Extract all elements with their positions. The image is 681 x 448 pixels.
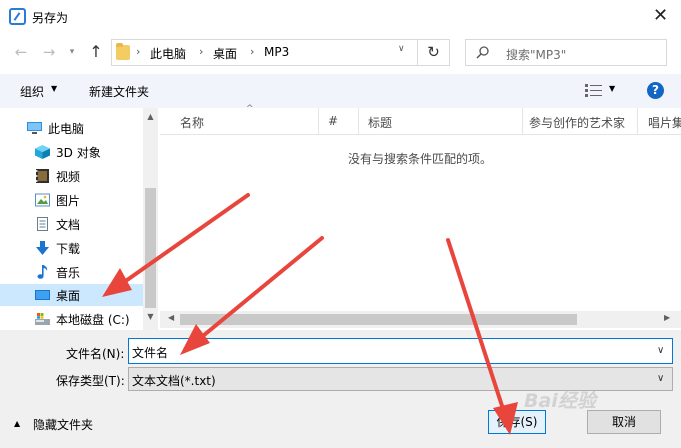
scroll-right-icon[interactable]: ▶ bbox=[664, 313, 670, 322]
save-button[interactable]: 保存(S) bbox=[488, 410, 546, 434]
organize-button[interactable]: 组织 bbox=[20, 83, 44, 100]
navigation-pane: 此电脑 3D 对象 视频 图片 文档 下载 音乐 桌面 本地磁盘 (C:) bbox=[0, 108, 158, 330]
chevron-down-icon[interactable]: ∨ bbox=[657, 345, 664, 356]
nav-item-this-pc[interactable]: 此电脑 bbox=[0, 117, 143, 139]
nav-item-downloads[interactable]: 下载 bbox=[0, 237, 143, 259]
filename-input[interactable]: 文件名 ∨ bbox=[128, 338, 673, 364]
filename-label: 文件名(N): bbox=[66, 347, 125, 361]
nav-item-desktop[interactable]: 桌面 bbox=[0, 284, 143, 306]
sort-ascending-icon: ^ bbox=[246, 104, 254, 114]
nav-item-label: 文档 bbox=[56, 218, 81, 232]
filename-value: 文件名 bbox=[132, 346, 169, 360]
view-options-icon[interactable] bbox=[585, 83, 602, 98]
chevron-down-icon[interactable]: ▾ bbox=[65, 40, 79, 64]
column-divider[interactable] bbox=[522, 108, 523, 135]
breadcrumb-separator: › bbox=[199, 45, 204, 58]
music-icon bbox=[37, 265, 48, 279]
nav-item-label: 图片 bbox=[56, 194, 81, 208]
filetype-value: 文本文档(*.txt) bbox=[132, 374, 216, 388]
scrollbar-thumb[interactable] bbox=[180, 314, 577, 325]
breadcrumb-this-pc[interactable]: 此电脑 bbox=[150, 45, 186, 62]
column-header-album[interactable]: 唱片集 bbox=[648, 114, 681, 131]
refresh-button[interactable]: ↻ bbox=[418, 39, 450, 66]
address-bar[interactable]: › 此电脑 › 桌面 › MP3 ∨ bbox=[111, 39, 418, 66]
new-folder-button[interactable]: 新建文件夹 bbox=[89, 83, 149, 100]
hide-folders-toggle[interactable]: 隐藏文件夹 bbox=[33, 416, 93, 433]
column-divider[interactable] bbox=[358, 108, 359, 135]
breadcrumb-mp3[interactable]: MP3 bbox=[264, 45, 289, 59]
refresh-icon: ↻ bbox=[427, 43, 440, 61]
scroll-up-icon[interactable]: ▲ bbox=[143, 112, 158, 121]
nav-item-pictures[interactable]: 图片 bbox=[0, 189, 143, 211]
picture-icon bbox=[35, 193, 50, 207]
up-arrow-icon[interactable]: ↑ bbox=[85, 40, 107, 64]
back-arrow-icon[interactable]: ← bbox=[10, 40, 32, 64]
notepad-app-icon bbox=[9, 8, 26, 25]
forward-arrow-icon[interactable]: → bbox=[38, 40, 60, 64]
video-icon bbox=[36, 169, 49, 183]
folder-icon bbox=[116, 43, 130, 60]
column-header-number[interactable]: # bbox=[328, 114, 338, 128]
desktop-icon bbox=[35, 290, 50, 300]
scroll-down-icon[interactable]: ▼ bbox=[143, 312, 158, 321]
breadcrumb-desktop[interactable]: 桌面 bbox=[213, 45, 237, 62]
help-button[interactable]: ? bbox=[647, 82, 664, 99]
nav-pane-scrollbar[interactable]: ▲ ▼ bbox=[143, 108, 158, 330]
watermark: Bai经验 bbox=[524, 390, 596, 412]
cancel-button[interactable]: 取消 bbox=[587, 410, 661, 434]
nav-item-documents[interactable]: 文档 bbox=[0, 213, 143, 235]
nav-item-label: 下载 bbox=[56, 242, 81, 256]
scroll-left-icon[interactable]: ◀ bbox=[168, 313, 174, 322]
scrollbar-thumb[interactable] bbox=[145, 188, 156, 308]
chevron-down-icon[interactable]: ∨ bbox=[657, 373, 664, 384]
nav-item-local-disk-c[interactable]: 本地磁盘 (C:) bbox=[0, 308, 143, 330]
breadcrumb-separator: › bbox=[250, 45, 255, 58]
empty-message: 没有与搜索条件匹配的项。 bbox=[348, 152, 493, 166]
nav-item-label: 视频 bbox=[56, 170, 81, 184]
nav-item-label: 3D 对象 bbox=[56, 146, 101, 160]
chevron-down-icon[interactable]: ▼ bbox=[609, 84, 615, 93]
cube-icon bbox=[35, 145, 50, 159]
chevron-down-icon[interactable]: ∨ bbox=[398, 44, 405, 54]
close-button[interactable]: ✕ bbox=[640, 0, 681, 32]
chevron-down-icon[interactable]: ▼ bbox=[51, 84, 57, 93]
column-header-artists[interactable]: 参与创作的艺术家 bbox=[529, 114, 625, 131]
command-toolbar: 组织 ▼ 新建文件夹 ▼ ? bbox=[0, 74, 681, 108]
nav-item-videos[interactable]: 视频 bbox=[0, 165, 143, 187]
nav-item-label: 桌面 bbox=[56, 289, 81, 303]
nav-item-label: 此电脑 bbox=[48, 122, 85, 136]
horizontal-scrollbar[interactable]: ◀ ▶ bbox=[160, 311, 681, 328]
computer-icon bbox=[27, 122, 42, 134]
column-header-name[interactable]: 名称 bbox=[180, 114, 204, 131]
drive-icon bbox=[35, 313, 50, 325]
filetype-label: 保存类型(T): bbox=[56, 374, 125, 388]
title-bar: 另存为 ✕ bbox=[0, 0, 681, 34]
search-icon bbox=[476, 46, 489, 59]
window-title: 另存为 bbox=[32, 11, 69, 25]
column-header: ^ 名称 # 标题 参与创作的艺术家 唱片集 bbox=[160, 104, 681, 135]
document-icon bbox=[37, 217, 48, 231]
breadcrumb-separator: › bbox=[136, 45, 141, 58]
nav-item-label: 本地磁盘 (C:) bbox=[56, 313, 130, 327]
search-box[interactable]: 搜索"MP3" bbox=[465, 39, 667, 66]
nav-item-label: 音乐 bbox=[56, 266, 81, 280]
column-divider[interactable] bbox=[637, 108, 638, 135]
file-list: ^ 名称 # 标题 参与创作的艺术家 唱片集 没有与搜索条件匹配的项。 ◀ ▶ bbox=[160, 104, 681, 330]
column-divider[interactable] bbox=[318, 108, 319, 135]
column-header-title[interactable]: 标题 bbox=[368, 114, 392, 131]
nav-item-music[interactable]: 音乐 bbox=[0, 261, 143, 283]
nav-item-3d-objects[interactable]: 3D 对象 bbox=[0, 141, 143, 163]
collapse-chevron-icon[interactable]: ▲ bbox=[14, 419, 20, 428]
search-input[interactable]: 搜索"MP3" bbox=[506, 46, 566, 63]
download-icon bbox=[36, 241, 49, 255]
